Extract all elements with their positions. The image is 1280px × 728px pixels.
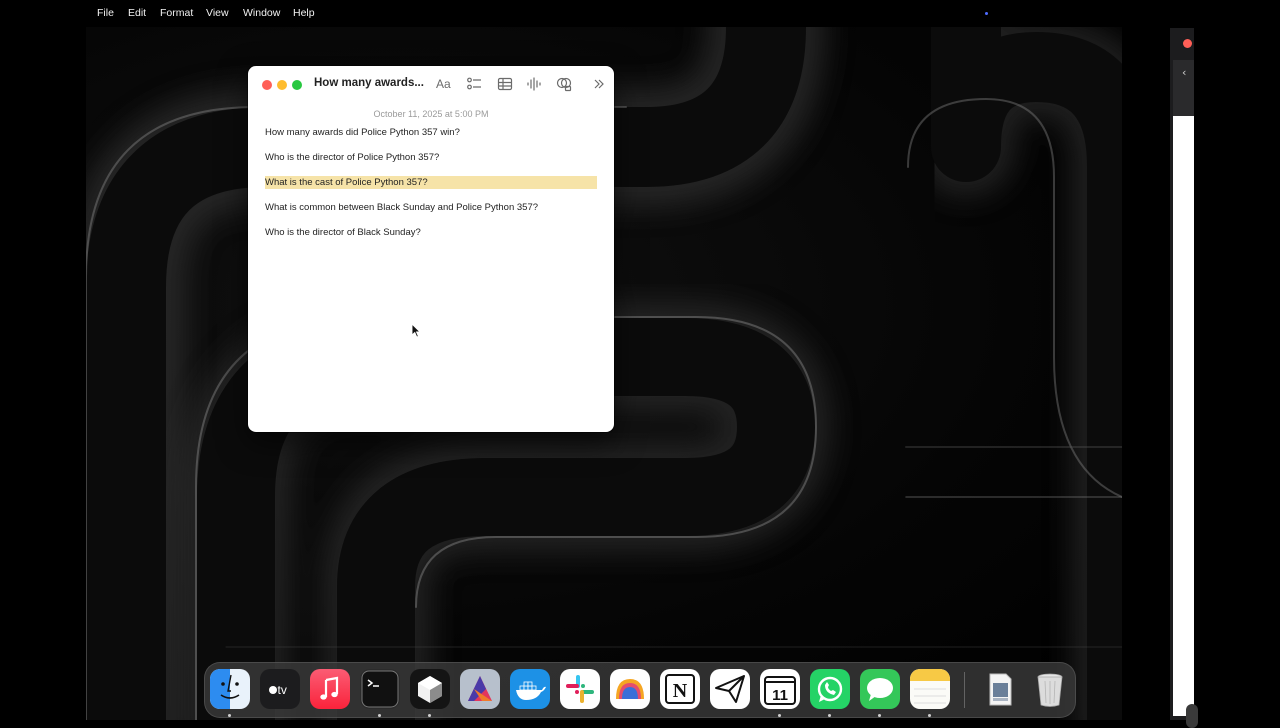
- paper-plane-icon[interactable]: [710, 669, 750, 709]
- apple-tv-label: tv: [278, 683, 287, 697]
- window-maximize-button[interactable]: [292, 80, 302, 90]
- arc-icon[interactable]: [610, 669, 650, 709]
- calendar-icon[interactable]: 11: [760, 669, 800, 709]
- table-icon[interactable]: [497, 76, 513, 92]
- dock: tv N 11: [204, 662, 1076, 718]
- note-line-highlighted[interactable]: What is the cast of Police Python 357?: [265, 176, 597, 189]
- background-window-scroll-knob[interactable]: [1186, 704, 1198, 728]
- messages-icon[interactable]: [860, 669, 900, 709]
- music-icon[interactable]: [310, 669, 350, 709]
- trash-icon[interactable]: [1030, 669, 1070, 709]
- window-close-button[interactable]: [262, 80, 272, 90]
- background-window[interactable]: ‹: [1170, 28, 1198, 728]
- checklist-icon[interactable]: [466, 76, 482, 92]
- affinity-icon[interactable]: [460, 669, 500, 709]
- running-indicator: [828, 714, 831, 717]
- notes-window[interactable]: How many awards... Aa October 11, 2025 a…: [248, 66, 614, 432]
- link-lock-icon[interactable]: [556, 76, 572, 92]
- chevron-double-right-icon[interactable]: [592, 76, 608, 92]
- running-indicator: [378, 714, 381, 717]
- running-indicator: [878, 714, 881, 717]
- docker-icon[interactable]: [510, 669, 550, 709]
- status-indicator-dot: [985, 12, 988, 15]
- chevron-left-icon[interactable]: ‹: [1182, 66, 1186, 79]
- menu-bar: File Edit Format View Window Help: [0, 0, 1280, 27]
- note-line[interactable]: Who is the director of Police Python 357…: [265, 152, 439, 163]
- font-format-icon[interactable]: Aa: [436, 77, 452, 93]
- running-indicator: [228, 714, 231, 717]
- running-indicator: [928, 714, 931, 717]
- background-window-close-button[interactable]: [1183, 39, 1192, 48]
- notes-icon[interactable]: [910, 669, 950, 709]
- running-indicator: [428, 714, 431, 717]
- notion-letter: N: [673, 680, 688, 702]
- mouse-cursor-icon: [411, 323, 421, 338]
- note-timestamp: October 11, 2025 at 5:00 PM: [373, 109, 489, 119]
- window-minimize-button[interactable]: [277, 80, 287, 90]
- menu-file[interactable]: File: [97, 7, 114, 19]
- background-window-content: [1173, 116, 1194, 716]
- audio-waveform-icon[interactable]: [526, 76, 542, 92]
- slack-icon[interactable]: [560, 669, 600, 709]
- menu-format[interactable]: Format: [160, 7, 193, 19]
- note-line[interactable]: How many awards did Police Python 357 wi…: [265, 127, 460, 138]
- notion-icon[interactable]: N: [660, 669, 700, 709]
- menu-view[interactable]: View: [206, 7, 229, 19]
- whatsapp-icon[interactable]: [810, 669, 850, 709]
- finder-icon[interactable]: [210, 669, 250, 709]
- dock-separator: [964, 672, 965, 708]
- menu-edit[interactable]: Edit: [128, 7, 146, 19]
- menu-help[interactable]: Help: [293, 7, 315, 19]
- note-title: How many awards...: [314, 77, 424, 89]
- running-indicator: [778, 714, 781, 717]
- note-line[interactable]: What is common between Black Sunday and …: [265, 202, 538, 213]
- terminal-icon[interactable]: [360, 669, 400, 709]
- document-preview-icon[interactable]: [980, 669, 1020, 709]
- menu-window[interactable]: Window: [243, 7, 280, 19]
- cube-app-icon[interactable]: [410, 669, 450, 709]
- calendar-day: 11: [772, 687, 788, 704]
- apple-tv-icon[interactable]: tv: [260, 669, 300, 709]
- note-line[interactable]: Who is the director of Black Sunday?: [265, 227, 421, 238]
